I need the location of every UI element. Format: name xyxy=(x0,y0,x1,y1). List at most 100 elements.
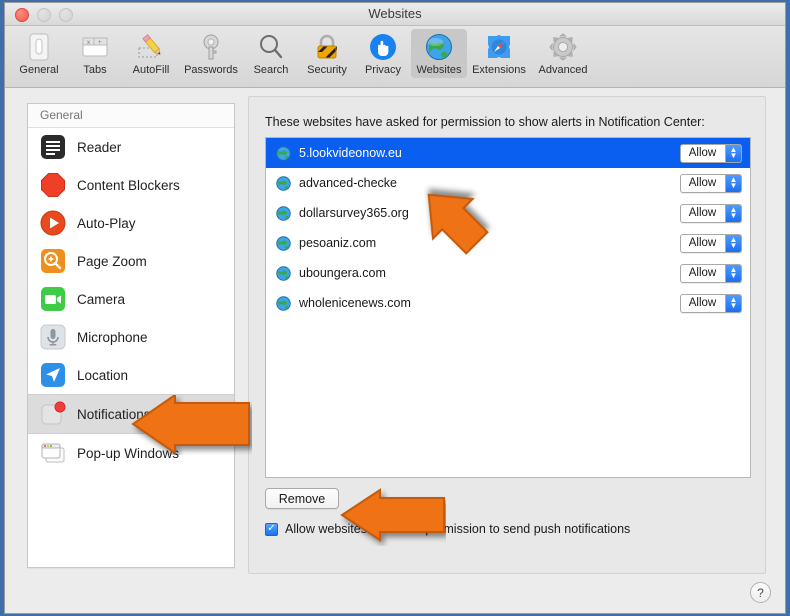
remove-button[interactable]: Remove xyxy=(265,488,339,509)
toolbar-item-tabs[interactable]: x + Tabs xyxy=(67,29,123,78)
toolbar-label-autofill: AutoFill xyxy=(132,64,170,76)
toolbar-label-search: Search xyxy=(253,64,289,76)
sidebar-item-content-blockers[interactable]: Content Blockers xyxy=(28,166,234,204)
table-row[interactable]: pesoaniz.com Allow ▲ ▼ xyxy=(266,228,750,258)
sidebar-item-microphone[interactable]: Microphone xyxy=(28,318,234,356)
permission-dropdown[interactable]: Allow ▲ ▼ xyxy=(680,173,742,193)
chevron-updown-icon: ▲ ▼ xyxy=(725,234,741,252)
permission-dropdown[interactable]: Allow ▲ ▼ xyxy=(680,263,742,283)
page-zoom-icon xyxy=(40,248,66,274)
permission-dropdown[interactable]: Allow ▲ ▼ xyxy=(680,293,742,313)
notifications-icon xyxy=(40,401,66,427)
globe-icon xyxy=(276,265,291,281)
table-row[interactable]: 5.lookvideonow.eu Allow ▲ ▼ xyxy=(266,138,750,168)
table-row[interactable]: advanced-checke Allow ▲ ▼ xyxy=(266,168,750,198)
svg-text:+: + xyxy=(98,40,102,46)
sidebar-label-content-blockers: Content Blockers xyxy=(77,177,180,193)
sidebar-item-auto-play[interactable]: Auto-Play xyxy=(28,204,234,242)
sidebar-item-camera[interactable]: Camera xyxy=(28,280,234,318)
globe-icon xyxy=(276,145,291,161)
chevron-updown-icon: ▲ ▼ xyxy=(725,174,741,192)
toolbar-label-general: General xyxy=(19,64,59,76)
sidebar-item-page-zoom[interactable]: Page Zoom xyxy=(28,242,234,280)
sidebar-item-location[interactable]: Location xyxy=(28,356,234,394)
help-button[interactable]: ? xyxy=(750,582,771,603)
toolbar-item-search[interactable]: Search xyxy=(243,29,299,78)
sidebar-item-reader[interactable]: Reader xyxy=(28,128,234,166)
chevron-updown-icon: ▲ ▼ xyxy=(725,144,741,162)
permission-dropdown[interactable]: Allow ▲ ▼ xyxy=(680,233,742,253)
toolbar-item-advanced[interactable]: Advanced xyxy=(531,29,595,78)
toolbar-item-extensions[interactable]: Extensions xyxy=(467,29,531,78)
sidebar-item-notifications[interactable]: Notifications xyxy=(28,394,234,434)
security-icon xyxy=(314,32,340,62)
toolbar-item-general[interactable]: General xyxy=(11,29,67,78)
chevron-updown-icon: ▲ ▼ xyxy=(725,294,741,312)
permission-value: Allow xyxy=(688,267,717,279)
table-row[interactable]: dollarsurvey365.org Allow ▲ ▼ xyxy=(266,198,750,228)
toolbar-label-privacy: Privacy xyxy=(364,64,402,76)
chevron-updown-icon: ▲ ▼ xyxy=(725,204,741,222)
website-name: 5.lookvideonow.eu xyxy=(299,146,402,160)
table-row[interactable]: uboungera.com Allow ▲ ▼ xyxy=(266,258,750,288)
website-name: uboungera.com xyxy=(299,266,386,280)
general-icon xyxy=(26,32,52,62)
websites-sidebar: General Reader Content Blockers Auto-Pla… xyxy=(27,103,235,568)
sidebar-header: General xyxy=(28,104,234,128)
permission-dropdown[interactable]: Allow ▲ ▼ xyxy=(680,143,742,163)
permission-value: Allow xyxy=(688,297,717,309)
toolbar-label-security: Security xyxy=(307,64,347,76)
website-name: pesoaniz.com xyxy=(299,236,377,250)
autofill-icon xyxy=(136,32,166,62)
sidebar-label-auto-play: Auto-Play xyxy=(77,215,136,231)
toolbar-item-privacy[interactable]: Privacy xyxy=(355,29,411,78)
websites-list[interactable]: 5.lookvideonow.eu Allow ▲ ▼ advanced-chec… xyxy=(265,137,751,478)
sidebar-item-popup-windows[interactable]: Pop-up Windows xyxy=(28,434,234,472)
toolbar-label-advanced: Advanced xyxy=(538,64,588,76)
preferences-toolbar: General x + Tabs AutoFill Passwords Sear… xyxy=(5,26,785,88)
toolbar-label-passwords: Passwords xyxy=(184,64,238,76)
tabs-icon: x + xyxy=(81,32,109,62)
website-name: wholenicenews.com xyxy=(299,296,411,310)
sidebar-label-popup-windows: Pop-up Windows xyxy=(77,445,180,461)
permission-value: Allow xyxy=(688,237,717,249)
table-row[interactable]: wholenicenews.com Allow ▲ ▼ xyxy=(266,288,750,318)
checkbox-checked-icon[interactable]: ✓ xyxy=(265,522,278,536)
popup-windows-icon xyxy=(40,440,66,466)
preferences-window: Websites General x + Tabs AutoFill Passw… xyxy=(4,2,786,614)
auto-play-icon xyxy=(40,210,66,236)
website-name: dollarsurvey365.org xyxy=(299,206,409,220)
pane-description: These websites have asked for permission… xyxy=(265,115,705,129)
advanced-icon xyxy=(549,32,577,62)
microphone-icon xyxy=(40,324,66,350)
toolbar-label-websites: Websites xyxy=(416,64,462,76)
permission-value: Allow xyxy=(688,207,717,219)
permission-dropdown[interactable]: Allow ▲ ▼ xyxy=(680,203,742,223)
toolbar-item-security[interactable]: Security xyxy=(299,29,355,78)
toolbar-item-websites[interactable]: Websites xyxy=(411,29,467,78)
toolbar-item-passwords[interactable]: Passwords xyxy=(179,29,243,78)
checkbox-label: Allow websites to ask for permission to … xyxy=(285,522,631,536)
preferences-content: General Reader Content Blockers Auto-Pla… xyxy=(5,88,785,613)
location-icon xyxy=(40,362,66,388)
notifications-pane: These websites have asked for permission… xyxy=(248,96,766,574)
permission-value: Allow xyxy=(688,177,717,189)
chevron-updown-icon: ▲ ▼ xyxy=(725,264,741,282)
sidebar-label-location: Location xyxy=(77,367,129,383)
websites-icon xyxy=(425,32,453,62)
privacy-icon xyxy=(369,32,397,62)
svg-text:x: x xyxy=(87,40,90,46)
sidebar-label-notifications: Notifications xyxy=(77,406,151,422)
reader-icon xyxy=(40,134,66,160)
globe-icon xyxy=(276,235,291,251)
title-bar: Websites xyxy=(5,3,785,26)
permission-value: Allow xyxy=(688,147,717,159)
toolbar-item-autofill[interactable]: AutoFill xyxy=(123,29,179,78)
toolbar-label-extensions: Extensions xyxy=(472,64,526,76)
globe-icon xyxy=(276,175,291,191)
sidebar-label-camera: Camera xyxy=(77,291,126,307)
push-notifications-checkbox-row[interactable]: ✓ Allow websites to ask for permission t… xyxy=(265,522,630,536)
toolbar-label-tabs: Tabs xyxy=(83,64,107,76)
search-icon xyxy=(258,32,284,62)
window-title: Websites xyxy=(368,6,422,21)
